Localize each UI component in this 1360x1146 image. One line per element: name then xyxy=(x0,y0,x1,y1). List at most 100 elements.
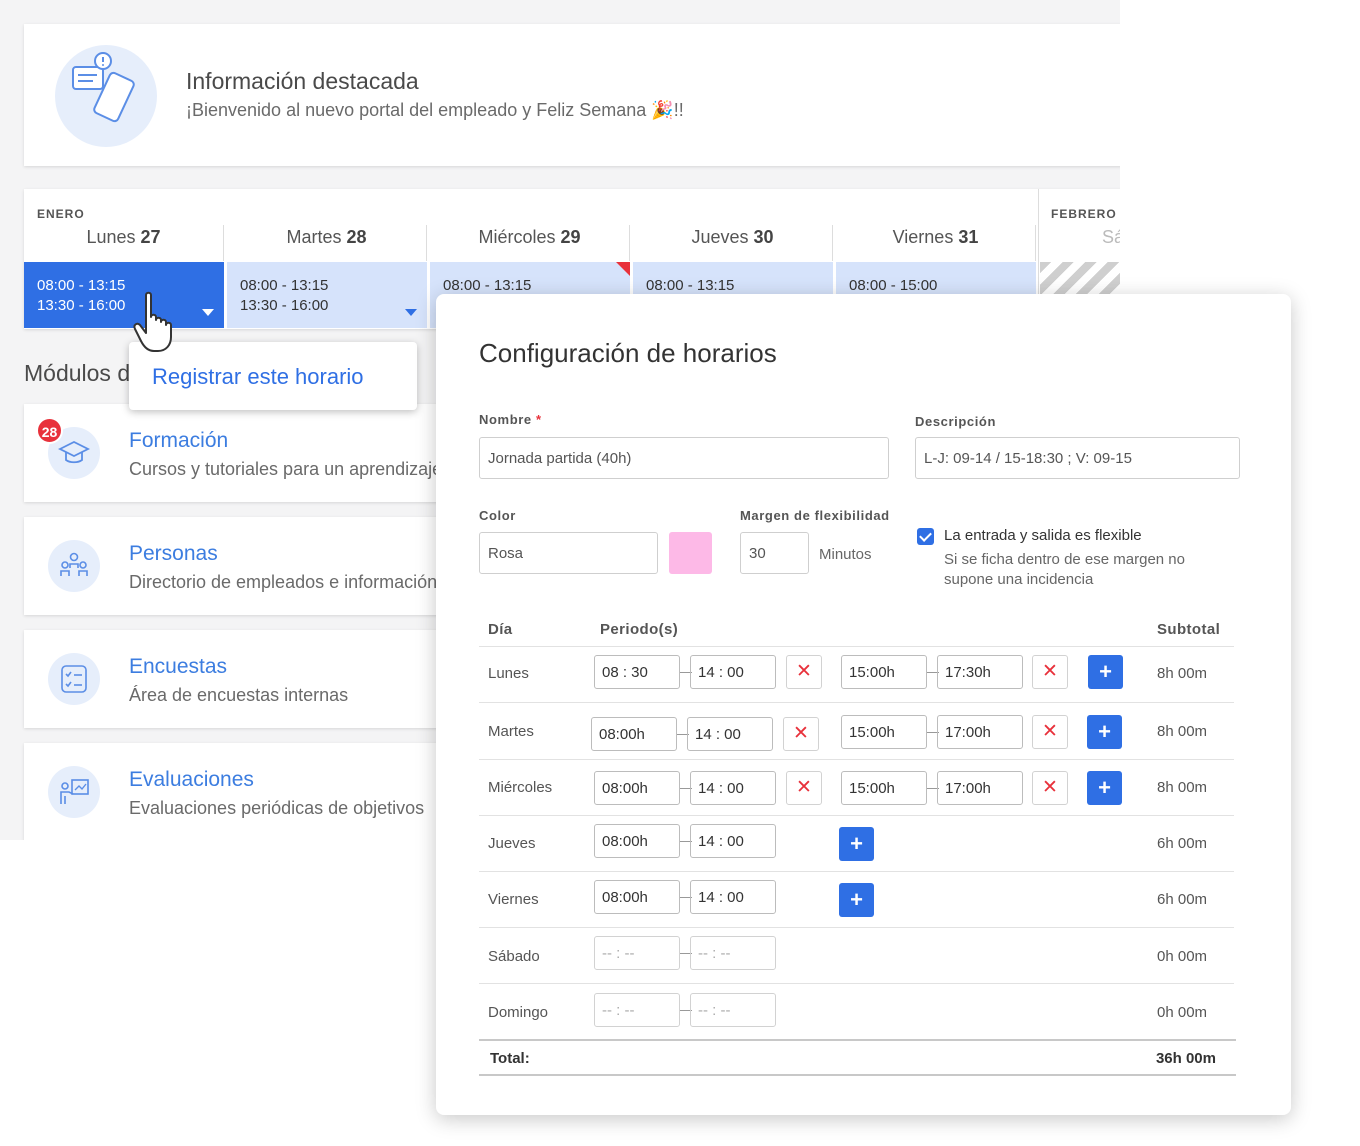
slot-time: 08:00 - 13:15 xyxy=(646,277,735,294)
featured-info-card: Información destacada ¡Bienvenido al nue… xyxy=(24,24,1120,166)
schedule-config-modal: Configuración de horarios Nombre * Jorna… xyxy=(436,294,1291,1115)
module-title[interactable]: Formación xyxy=(129,429,228,453)
row-subtotal: 0h 00m xyxy=(1157,1004,1208,1021)
period-start-input[interactable]: 08:00h xyxy=(591,717,677,751)
color-swatch[interactable] xyxy=(669,532,712,574)
table-row: Sábado -- : -- -- : -- 0h 00m xyxy=(479,927,1234,983)
period-end-input[interactable]: 17:00h xyxy=(937,715,1023,749)
table-row: Viernes 08:00h 14 : 00 + 6h 00m xyxy=(479,871,1234,927)
add-period-button[interactable]: + xyxy=(839,827,874,861)
row-subtotal: 6h 00m xyxy=(1157,891,1208,908)
row-day: Jueves xyxy=(488,835,536,852)
schedule-slot-tuesday[interactable]: 08:00 - 13:15 13:30 - 16:00 xyxy=(227,262,427,328)
table-row: Jueves 08:00h 14 : 00 + 6h 00m xyxy=(479,815,1234,871)
period-start-input[interactable]: 08:00h xyxy=(594,771,680,805)
month-label: ENERO xyxy=(37,207,85,221)
period-start-input[interactable]: -- : -- xyxy=(594,993,680,1027)
descripcion-label: Descripción xyxy=(915,414,997,429)
period-start-input[interactable]: 15:00h xyxy=(841,715,927,749)
flexible-help-text: Si se ficha dentro de ese margen no supo… xyxy=(944,551,1185,588)
color-select[interactable]: Rosa xyxy=(479,532,658,574)
period-end-input[interactable]: 14 : 00 xyxy=(690,824,776,858)
total-label: Total: xyxy=(490,1050,530,1067)
add-period-button[interactable]: + xyxy=(1087,771,1122,805)
row-subtotal: 8h 00m xyxy=(1157,779,1208,796)
module-title[interactable]: Encuestas xyxy=(129,655,227,679)
remove-period-button[interactable]: ✕ xyxy=(1032,655,1068,689)
period-start-input[interactable]: 08:00h xyxy=(594,824,680,858)
slot-time: 08:00 - 13:15 xyxy=(443,277,532,294)
period-end-input[interactable]: 17:00h xyxy=(937,771,1023,805)
hand-cursor-icon xyxy=(133,291,172,352)
table-row: Martes 08:00h 14 : 00 ✕ 15:00h 17:00h ✕ … xyxy=(479,702,1234,759)
remove-period-button[interactable]: ✕ xyxy=(1032,715,1068,749)
module-title[interactable]: Evaluaciones xyxy=(129,768,254,792)
period-start-input[interactable]: 15:00h xyxy=(841,655,927,689)
row-subtotal: 8h 00m xyxy=(1157,665,1208,682)
row-day: Viernes xyxy=(488,891,539,908)
table-row: Miércoles 08:00h 14 : 00 ✕ 15:00h 17:00h… xyxy=(479,759,1234,815)
col-periodos: Periodo(s) xyxy=(600,621,679,638)
slot-time: 13:30 - 16:00 xyxy=(240,297,329,314)
day-header-thursday: Jueves 30 xyxy=(633,225,833,261)
checklist-icon xyxy=(48,653,100,705)
notification-badge: 28 xyxy=(36,417,63,444)
nombre-input[interactable]: Jornada partida (40h) xyxy=(479,437,889,479)
margen-input[interactable]: 30 xyxy=(740,532,809,574)
presentation-icon xyxy=(48,766,100,818)
period-end-input[interactable]: -- : -- xyxy=(690,993,776,1027)
period-start-input[interactable]: -- : -- xyxy=(594,936,680,970)
slot-time: 13:30 - 16:00 xyxy=(37,297,126,314)
info-subtitle: ¡Bienvenido al nuevo portal del empleado… xyxy=(186,100,684,120)
slot-time: 08:00 - 15:00 xyxy=(849,277,938,294)
period-start-input[interactable]: 08:00h xyxy=(594,880,680,914)
period-end-input[interactable]: 17:30h xyxy=(937,655,1023,689)
module-description: Directorio de empleados e información xyxy=(129,572,438,592)
month-label: FEBRERO xyxy=(1051,207,1117,221)
col-subtotal: Subtotal xyxy=(1157,621,1221,638)
people-icon xyxy=(48,540,100,592)
period-end-input[interactable]: -- : -- xyxy=(690,936,776,970)
schedule-slot-monday[interactable]: 08:00 - 13:15 13:30 - 16:00 xyxy=(24,262,224,328)
chevron-down-icon[interactable] xyxy=(405,309,417,316)
module-description: Evaluaciones periódicas de objetivos xyxy=(129,798,425,818)
day-header-saturday: Sá xyxy=(1102,227,1120,247)
flexible-checkbox-label[interactable]: La entrada y salida es flexible xyxy=(944,527,1142,544)
remove-period-button[interactable]: ✕ xyxy=(1032,771,1068,805)
row-day: Sábado xyxy=(488,948,540,965)
descripcion-input[interactable]: L-J: 09-14 / 15-18:30 ; V: 09-15 xyxy=(915,437,1240,479)
period-start-input[interactable]: 15:00h xyxy=(841,771,927,805)
period-end-input[interactable]: 14 : 00 xyxy=(690,880,776,914)
module-description: Área de encuestas internas xyxy=(129,685,349,705)
row-subtotal: 0h 00m xyxy=(1157,948,1208,965)
day-header-friday: Viernes 31 xyxy=(836,225,1036,261)
add-period-button[interactable]: + xyxy=(1088,655,1123,689)
row-day: Miércoles xyxy=(488,779,553,796)
total-value: 36h 00m xyxy=(1155,1050,1216,1067)
add-period-button[interactable]: + xyxy=(1087,715,1122,749)
modal-title: Configuración de horarios xyxy=(479,338,777,368)
table-row: Lunes 08 : 30 14 : 00 ✕ 15:00h 17:30h ✕ … xyxy=(479,646,1234,702)
day-header-monday: Lunes 27 xyxy=(24,225,224,261)
remove-period-button[interactable]: ✕ xyxy=(786,655,822,689)
info-title: Información destacada xyxy=(186,68,419,94)
period-start-input[interactable]: 08 : 30 xyxy=(594,655,680,689)
chevron-down-icon[interactable] xyxy=(202,309,214,316)
remove-period-button[interactable]: ✕ xyxy=(783,717,819,751)
color-label: Color xyxy=(479,508,516,523)
row-day: Martes xyxy=(488,723,534,740)
remove-period-button[interactable]: ✕ xyxy=(786,771,822,805)
nombre-label: Nombre * xyxy=(479,412,542,427)
period-end-input[interactable]: 14 : 00 xyxy=(687,717,773,751)
flexible-checkbox[interactable] xyxy=(917,528,934,545)
row-subtotal: 8h 00m xyxy=(1157,723,1208,740)
period-end-input[interactable]: 14 : 00 xyxy=(690,771,776,805)
add-period-button[interactable]: + xyxy=(839,883,874,917)
module-title[interactable]: Personas xyxy=(129,542,218,566)
slot-time: 08:00 - 13:15 xyxy=(37,277,126,294)
total-row: Total: 36h 00m xyxy=(479,1039,1236,1076)
module-description: Cursos y tutoriales para un aprendizaje xyxy=(129,459,443,479)
period-end-input[interactable]: 14 : 00 xyxy=(690,655,776,689)
row-day: Domingo xyxy=(488,1004,549,1021)
phone-message-icon xyxy=(55,45,157,147)
